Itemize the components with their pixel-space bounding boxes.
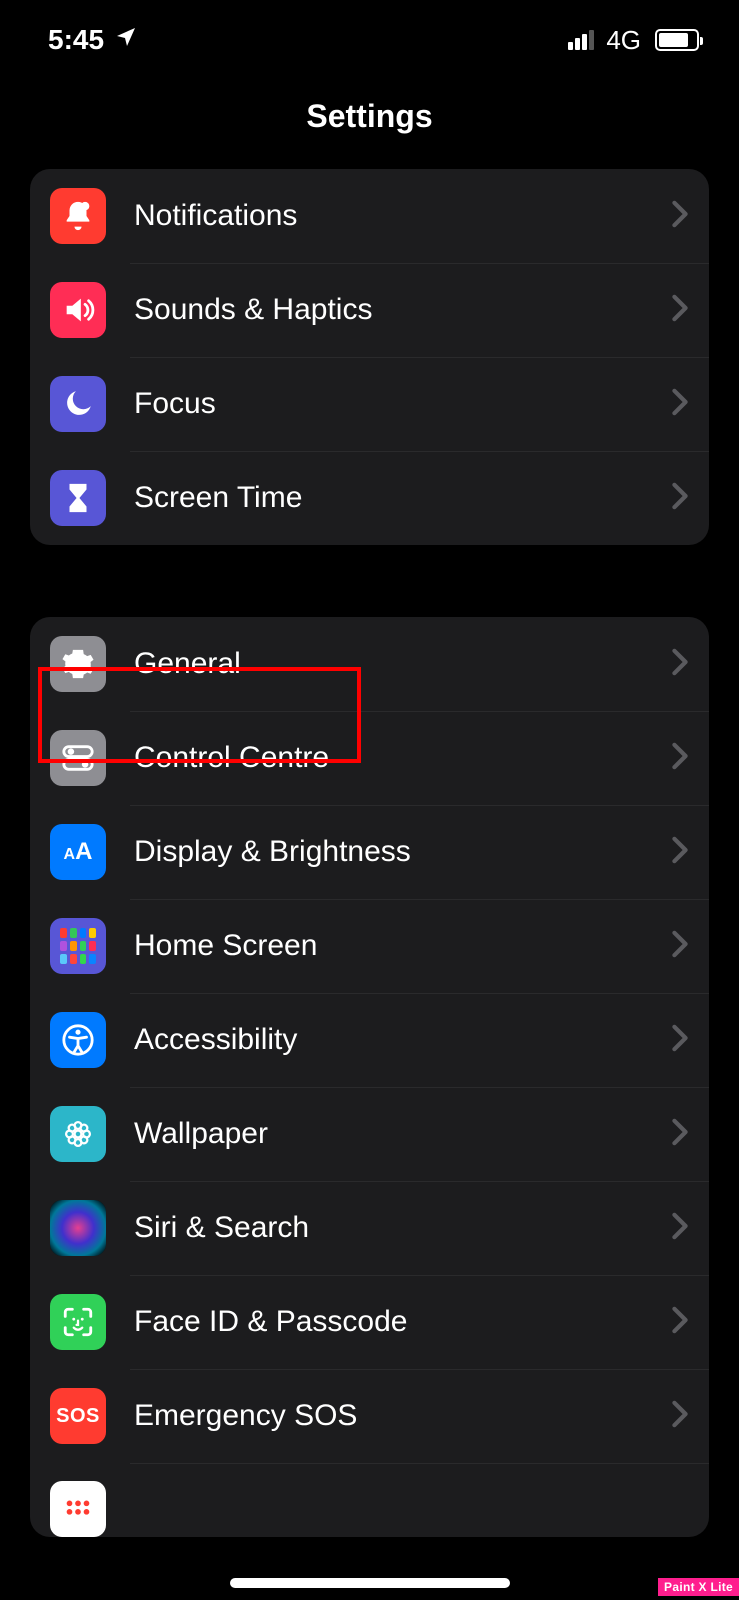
app-grid-icon [50,918,106,974]
settings-group-2: General Control Centre AA Display & Brig… [30,617,709,1537]
chevron-right-icon [671,1306,689,1339]
chevron-right-icon [671,930,689,963]
bell-icon [50,188,106,244]
accessibility-icon [50,1012,106,1068]
status-time: 5:45 [48,24,104,56]
row-siri[interactable]: Siri & Search [30,1181,709,1275]
text-size-icon: AA [50,824,106,880]
row-faceid[interactable]: Face ID & Passcode [30,1275,709,1369]
network-type: 4G [606,25,641,56]
row-label: Focus [106,387,671,421]
moon-icon [50,376,106,432]
chevron-right-icon [671,1118,689,1151]
row-screentime[interactable]: Screen Time [30,451,709,545]
page-title: Settings [0,68,739,169]
row-focus[interactable]: Focus [30,357,709,451]
toggles-icon [50,730,106,786]
sos-icon: SOS [50,1388,106,1444]
row-label: Siri & Search [106,1211,671,1245]
watermark: Paint X Lite [658,1578,739,1596]
siri-icon [50,1200,106,1256]
flower-icon [50,1106,106,1162]
chevron-right-icon [671,200,689,233]
chevron-right-icon [671,742,689,775]
row-label: General [106,647,671,681]
settings-group-1: Notifications Sounds & Haptics Focus Scr… [30,169,709,545]
chevron-right-icon [671,388,689,421]
row-label: Wallpaper [106,1117,671,1151]
row-label: Screen Time [106,481,671,515]
faceid-icon [50,1294,106,1350]
home-indicator[interactable] [230,1578,510,1588]
chevron-right-icon [671,648,689,681]
gear-icon [50,636,106,692]
chevron-right-icon [671,836,689,869]
row-partial[interactable] [30,1463,709,1537]
row-label: Home Screen [106,929,671,963]
row-wallpaper[interactable]: Wallpaper [30,1087,709,1181]
row-label: Emergency SOS [106,1399,671,1433]
cellular-signal-icon [568,30,594,50]
row-accessibility[interactable]: Accessibility [30,993,709,1087]
row-controlcentre[interactable]: Control Centre [30,711,709,805]
row-display[interactable]: AA Display & Brightness [30,805,709,899]
row-label: Accessibility [106,1023,671,1057]
location-icon [114,24,138,56]
row-sos[interactable]: SOS Emergency SOS [30,1369,709,1463]
status-bar: 5:45 4G [0,0,739,68]
row-general[interactable]: General [30,617,709,711]
row-label: Face ID & Passcode [106,1305,671,1339]
chevron-right-icon [671,482,689,515]
chevron-right-icon [671,294,689,327]
chevron-right-icon [671,1400,689,1433]
chevron-right-icon [671,1024,689,1057]
row-sounds[interactable]: Sounds & Haptics [30,263,709,357]
row-label: Display & Brightness [106,835,671,869]
row-label: Sounds & Haptics [106,293,671,327]
row-label: Control Centre [106,741,671,775]
chevron-right-icon [671,1212,689,1245]
hourglass-icon [50,470,106,526]
row-homescreen[interactable]: Home Screen [30,899,709,993]
row-label: Notifications [106,199,671,233]
battery-icon [655,29,699,51]
row-notifications[interactable]: Notifications [30,169,709,263]
speaker-icon [50,282,106,338]
exposure-icon [50,1481,106,1537]
